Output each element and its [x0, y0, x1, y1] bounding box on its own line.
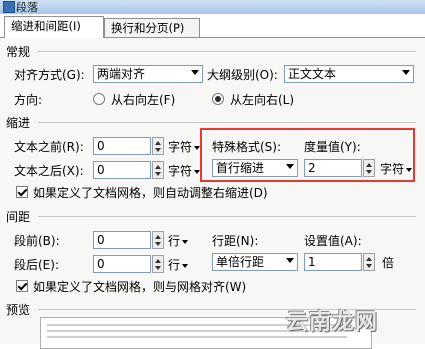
- highlight-box: [200, 128, 415, 182]
- section-general-heading: 常规: [6, 45, 31, 59]
- chevron-down-icon: [182, 239, 189, 244]
- spin-down-icon[interactable]: [155, 148, 161, 152]
- indent-after-unit: 字符: [168, 164, 193, 178]
- setting-value-label: 设置值(A):: [304, 234, 362, 248]
- indent-before-unit: 字符: [168, 140, 193, 154]
- spin-down-icon[interactable]: [155, 266, 161, 270]
- spin-up-icon[interactable]: [155, 141, 161, 145]
- space-before-spinner[interactable]: [152, 231, 164, 249]
- spin-up-icon[interactable]: [366, 257, 372, 261]
- preview-text-line: [47, 336, 347, 338]
- alignment-value: 两端对齐: [97, 67, 146, 81]
- indent-before-unit-dropdown[interactable]: 字符: [168, 138, 201, 155]
- rtl-radio[interactable]: [93, 93, 105, 105]
- snap-to-grid-checkbox[interactable]: [16, 280, 28, 292]
- space-before-input[interactable]: 0: [93, 231, 151, 249]
- indent-before-label: 文本之前(R):: [14, 140, 84, 154]
- app-icon: [3, 1, 15, 13]
- spin-up-icon[interactable]: [155, 235, 161, 239]
- window-title: 段落: [16, 1, 38, 14]
- chevron-down-icon: [286, 258, 294, 263]
- line-spacing-label: 行距(N):: [212, 234, 259, 248]
- indent-before-input[interactable]: 0: [93, 137, 151, 155]
- space-after-input[interactable]: 0: [93, 255, 151, 273]
- alignment-label: 对齐方式(G):: [14, 68, 85, 82]
- chevron-down-icon: [402, 70, 410, 75]
- snap-to-grid-label[interactable]: 如果定义了文档网格，则与网格对齐(W): [33, 278, 246, 295]
- section-indent-heading: 缩进: [6, 116, 31, 130]
- spin-down-icon[interactable]: [155, 242, 161, 246]
- space-after-unit-dropdown[interactable]: 行: [168, 256, 189, 273]
- line-spacing-select[interactable]: 单倍行距: [212, 253, 298, 271]
- indent-before-spinner[interactable]: [152, 137, 164, 155]
- indent-after-input[interactable]: 0: [93, 161, 151, 179]
- space-before-unit: 行: [168, 234, 181, 248]
- setting-value-input[interactable]: 1: [304, 253, 362, 271]
- spin-up-icon[interactable]: [155, 259, 161, 263]
- watermark-logo: 云南龙网: [286, 310, 379, 335]
- spin-up-icon[interactable]: [155, 165, 161, 169]
- auto-adjust-right-indent-checkbox[interactable]: [16, 186, 28, 198]
- setting-value-spinner[interactable]: [363, 253, 375, 271]
- line-spacing-value: 单倍行距: [216, 255, 265, 269]
- indent-after-spinner[interactable]: [152, 161, 164, 179]
- chevron-down-icon: [182, 263, 189, 268]
- space-before-label: 段前(B):: [14, 234, 60, 248]
- indent-after-unit-dropdown[interactable]: 字符: [168, 162, 201, 179]
- space-after-label: 段后(E):: [14, 258, 59, 272]
- title-bar: 段落: [0, 0, 425, 15]
- space-after-spinner[interactable]: [152, 255, 164, 273]
- indent-after-label: 文本之后(X):: [14, 164, 84, 178]
- ltr-radio[interactable]: [212, 93, 224, 105]
- space-before-unit-dropdown[interactable]: 行: [168, 232, 189, 249]
- divider: [38, 51, 416, 52]
- section-spacing-heading: 间距: [6, 210, 31, 224]
- spin-down-icon[interactable]: [366, 264, 372, 268]
- outline-level-value: 正文文本: [288, 67, 337, 81]
- divider: [38, 216, 416, 217]
- alignment-select[interactable]: 两端对齐: [93, 65, 203, 83]
- chevron-down-icon: [191, 70, 199, 75]
- spin-down-icon[interactable]: [155, 172, 161, 176]
- setting-value-unit: 倍: [382, 256, 395, 270]
- section-preview-heading: 预览: [6, 303, 31, 317]
- rtl-label[interactable]: 从右向左(F): [111, 91, 175, 108]
- space-after-unit: 行: [168, 258, 181, 272]
- divider: [38, 122, 416, 123]
- tab-line-page-breaks[interactable]: 换行和分页(P): [104, 18, 200, 37]
- tab-indent-spacing[interactable]: 缩进和间距(I): [4, 16, 104, 38]
- auto-adjust-right-indent-label[interactable]: 如果定义了文档网格，则自动调整右缩进(D): [33, 184, 268, 201]
- ltr-label[interactable]: 从左向右(L): [230, 91, 294, 108]
- outline-level-label: 大纲级别(O):: [207, 68, 278, 82]
- outline-level-select[interactable]: 正文文本: [284, 65, 414, 83]
- direction-label: 方向:: [14, 93, 43, 107]
